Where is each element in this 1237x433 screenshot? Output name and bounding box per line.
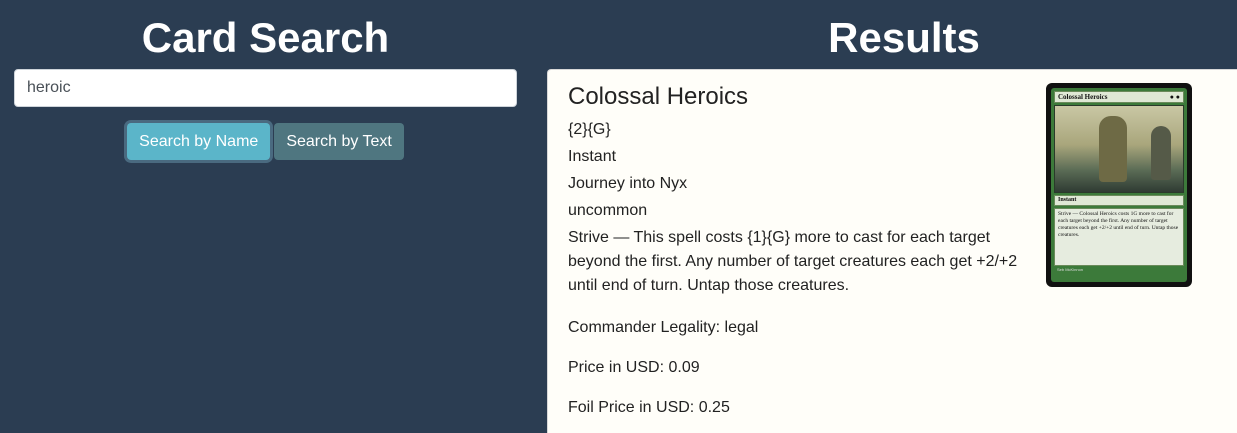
price-usd: Price in USD: 0.09	[568, 359, 700, 376]
card-type: Instant	[568, 148, 617, 165]
card-oracle-text: Strive — This spell costs {1}{G} more to…	[568, 229, 1018, 294]
search-buttons: Search by Name Search by Text	[0, 123, 531, 160]
search-by-text-button[interactable]: Search by Text	[274, 123, 404, 160]
search-by-name-button[interactable]: Search by Name	[127, 123, 271, 160]
card-set: Journey into Nyx	[568, 175, 688, 192]
results-title: Results	[828, 14, 980, 61]
results-panel: Colossal Heroics {2}{G} Instant Journey …	[547, 69, 1237, 433]
search-input[interactable]	[14, 69, 517, 107]
giant-figure-icon	[1099, 116, 1127, 182]
card-mana-cost: {2}{G}	[568, 121, 611, 138]
giant-figure-icon	[1151, 126, 1171, 180]
card-details: Colossal Heroics {2}{G} Instant Journey …	[568, 82, 1028, 418]
card-frame: Colossal Heroics ● ● Instant Strive — Co…	[1051, 88, 1187, 282]
card-image-titlebar: Colossal Heroics ● ●	[1054, 91, 1184, 103]
mana-symbols-icon: ● ●	[1169, 93, 1180, 101]
card-rarity: uncommon	[568, 202, 648, 219]
foil-price-usd: Foil Price in USD: 0.25	[568, 399, 730, 416]
commander-legality: Commander Legality: legal	[568, 319, 759, 336]
search-panel: Card Search Search by Name Search by Tex…	[0, 0, 531, 433]
card-art	[1054, 105, 1184, 193]
card-image: Colossal Heroics ● ● Instant Strive — Co…	[1046, 83, 1192, 287]
search-title: Card Search	[141, 14, 390, 61]
card-image-artist: Seb McKinnon	[1057, 267, 1084, 272]
card-image-name: Colossal Heroics	[1058, 93, 1108, 101]
card-image-textbox: Strive — Colossal Heroics costs 1G more …	[1054, 208, 1184, 266]
card-name: Colossal Heroics	[568, 83, 749, 110]
card-image-typeline: Instant	[1054, 195, 1184, 206]
